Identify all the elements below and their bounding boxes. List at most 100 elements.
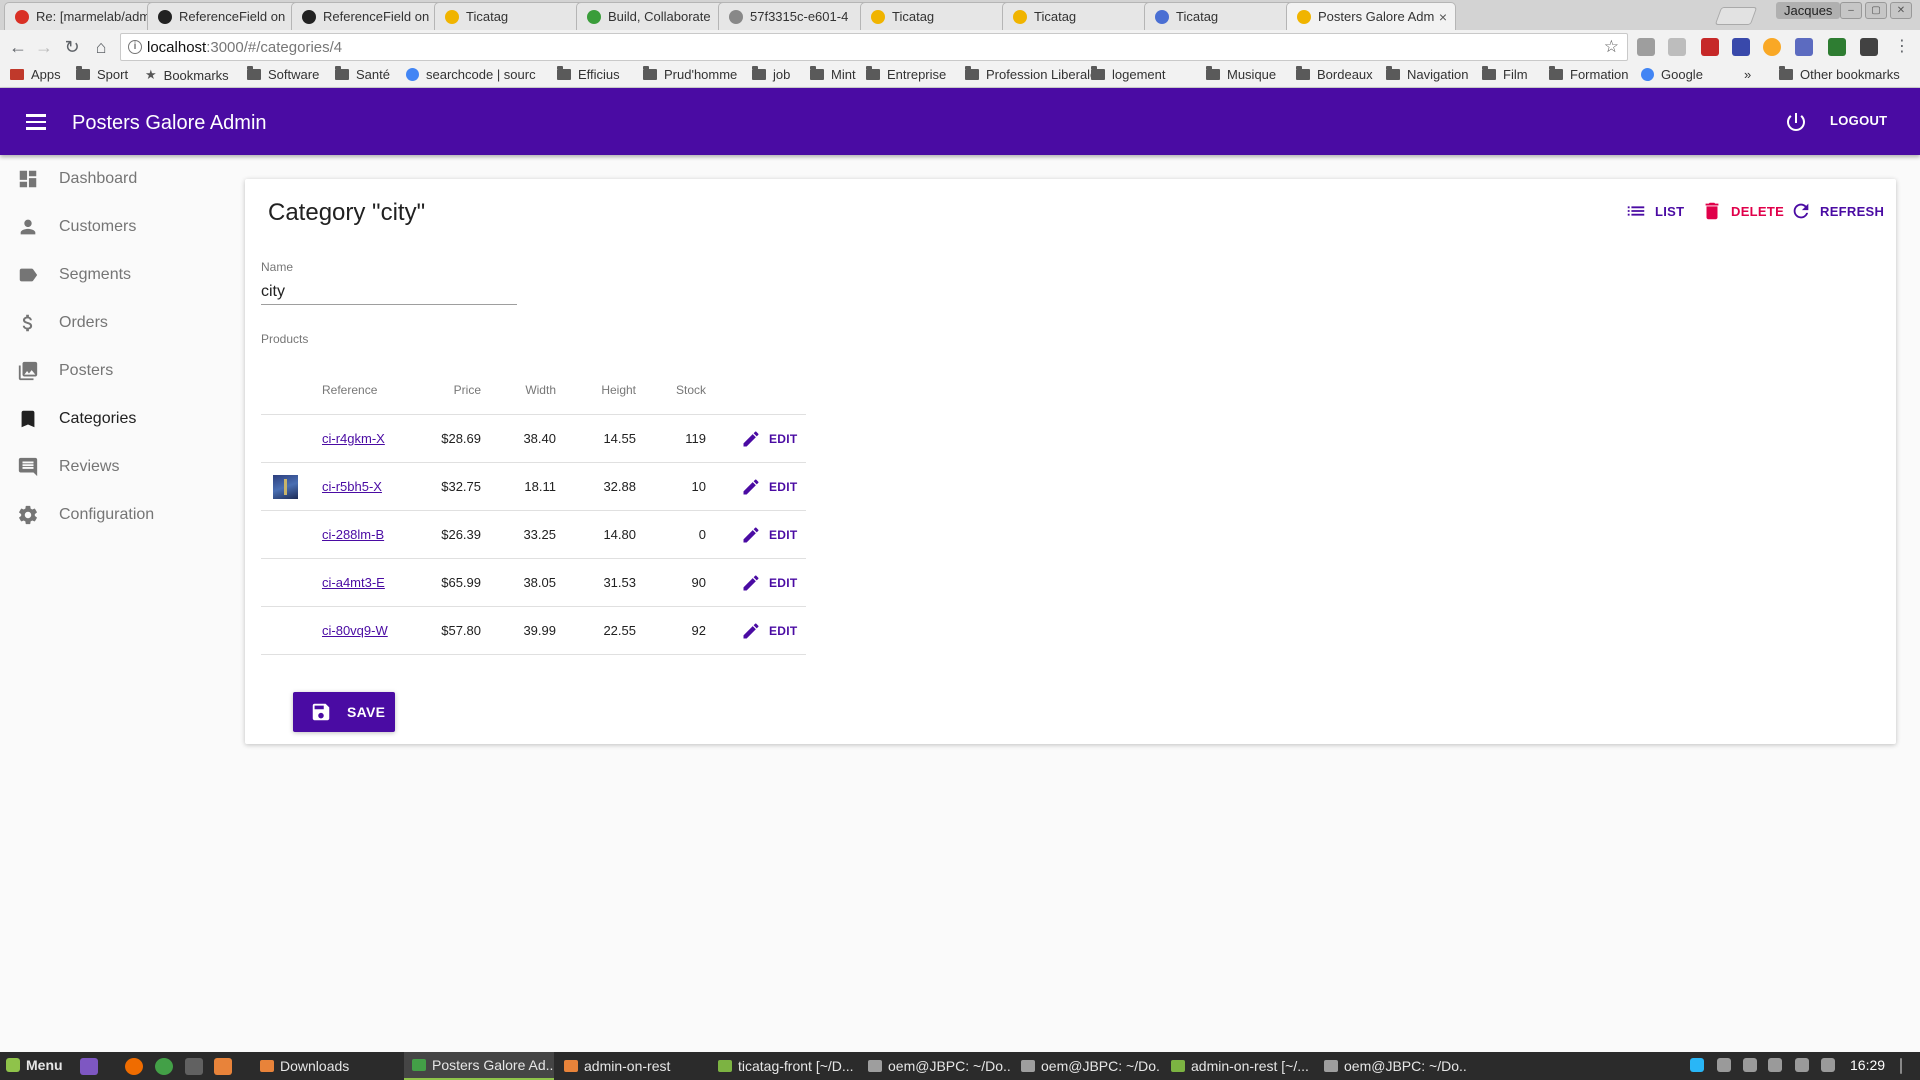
- bookmark-navigation[interactable]: Navigation: [1386, 66, 1468, 82]
- new-tab-button[interactable]: [1714, 7, 1758, 25]
- product-reference-link[interactable]: ci-288lm-B: [322, 527, 384, 542]
- edit-button[interactable]: EDIT: [741, 511, 798, 558]
- extension-icon[interactable]: [1763, 38, 1781, 56]
- sidebar-item-customers[interactable]: Customers: [0, 203, 240, 251]
- taskbar-window[interactable]: admin-on-rest [~/...: [1163, 1052, 1313, 1080]
- browser-tab[interactable]: Posters Galore Admin ×: [1286, 2, 1456, 30]
- bookmark-bookmarks[interactable]: ★ Bookmarks: [145, 67, 229, 83]
- maximize-button[interactable]: ▢: [1865, 2, 1887, 19]
- chrome-icon[interactable]: [155, 1058, 173, 1075]
- files-icon[interactable]: [214, 1058, 232, 1075]
- bookmark-film[interactable]: Film: [1482, 66, 1528, 82]
- home-icon[interactable]: ⌂: [89, 35, 113, 59]
- product-reference-link[interactable]: ci-r5bh5-X: [322, 479, 382, 494]
- bookmark-sport[interactable]: Sport: [76, 66, 128, 82]
- bookmark-job[interactable]: job: [752, 66, 790, 82]
- taskbar-window[interactable]: oem@JBPC: ~/Do...: [1316, 1052, 1466, 1080]
- bookmark-software[interactable]: Software: [247, 66, 319, 82]
- desktop-edge[interactable]: [1900, 1058, 1902, 1074]
- extension-icon[interactable]: [1860, 38, 1878, 56]
- reload-icon[interactable]: ↻: [60, 35, 84, 59]
- extension-icon[interactable]: [1637, 38, 1655, 56]
- sidebar-item-label: Posters: [59, 362, 114, 379]
- show-desktop-icon[interactable]: [80, 1058, 98, 1075]
- menu-icon[interactable]: [26, 114, 46, 130]
- minimize-button[interactable]: –: [1840, 2, 1862, 19]
- site-info-icon[interactable]: i: [128, 40, 142, 54]
- forward-icon[interactable]: →: [32, 35, 56, 59]
- column-header-price[interactable]: Price: [401, 365, 481, 414]
- bookmark-more[interactable]: »: [1744, 67, 1751, 82]
- sidebar-item-label: Orders: [59, 314, 108, 331]
- close-window-button[interactable]: ✕: [1890, 2, 1912, 19]
- product-reference-link[interactable]: ci-r4gkm-X: [322, 431, 385, 446]
- refresh-button[interactable]: REFRESH: [1790, 199, 1884, 223]
- extension-icon[interactable]: [1701, 38, 1719, 56]
- bluetooth-icon[interactable]: [1743, 1058, 1757, 1072]
- column-header-reference[interactable]: Reference: [322, 365, 377, 414]
- terminal-icon[interactable]: [185, 1058, 203, 1075]
- column-header-width[interactable]: Width: [486, 365, 556, 414]
- bookmark-bordeaux[interactable]: Bordeaux: [1296, 66, 1373, 82]
- column-header-height[interactable]: Height: [561, 365, 636, 414]
- column-header-stock[interactable]: Stock: [641, 365, 706, 414]
- updates-icon[interactable]: [1768, 1058, 1782, 1072]
- taskbar-window[interactable]: ticatag-front [~/D...: [710, 1052, 858, 1080]
- bookmark-efficius[interactable]: Efficius: [557, 66, 620, 82]
- product-reference-link[interactable]: ci-a4mt3-E: [322, 575, 385, 590]
- edit-button[interactable]: EDIT: [741, 415, 798, 462]
- taskbar-window[interactable]: oem@JBPC: ~/Do...: [1013, 1052, 1161, 1080]
- product-reference-link[interactable]: ci-80vq9-W: [322, 623, 388, 638]
- skype-icon[interactable]: [1690, 1058, 1704, 1072]
- taskbar-window[interactable]: oem@JBPC: ~/Do...: [860, 1052, 1010, 1080]
- person-icon: [20, 219, 36, 235]
- name-input[interactable]: [261, 279, 517, 305]
- power-icon[interactable]: [1784, 110, 1808, 134]
- profile-chip[interactable]: Jacques: [1776, 2, 1841, 19]
- bookmark-google[interactable]: Google: [1641, 67, 1703, 82]
- sidebar-item-reviews[interactable]: Reviews: [0, 443, 240, 491]
- extension-icon[interactable]: [1732, 38, 1750, 56]
- sidebar-item-orders[interactable]: Orders: [0, 299, 240, 347]
- wifi-icon[interactable]: [1821, 1058, 1835, 1072]
- bookmark-star-icon[interactable]: ☆: [1604, 37, 1619, 57]
- bookmark-prud-homme[interactable]: Prud'homme: [643, 66, 737, 82]
- extension-icon[interactable]: [1795, 38, 1813, 56]
- sidebar-item-configuration[interactable]: Configuration: [0, 491, 240, 539]
- save-button[interactable]: SAVE: [293, 692, 395, 732]
- sidebar-item-segments[interactable]: Segments: [0, 251, 240, 299]
- bookmark-entreprise[interactable]: Entreprise: [866, 66, 946, 82]
- taskbar-window[interactable]: admin-on-rest: [556, 1052, 706, 1080]
- taskbar-window[interactable]: Posters Galore Ad...: [404, 1052, 554, 1080]
- bookmark-logement[interactable]: logement: [1091, 66, 1165, 82]
- browser-menu-icon[interactable]: ⋮: [1890, 35, 1914, 59]
- bookmark-profession-liberale[interactable]: Profession Liberale: [965, 66, 1097, 82]
- bookmark-mint[interactable]: Mint: [810, 66, 856, 82]
- user-icon[interactable]: [1795, 1058, 1809, 1072]
- tab-close-icon[interactable]: ×: [1439, 9, 1447, 25]
- address-bar[interactable]: i localhost:3000/#/categories/4 ☆: [120, 33, 1628, 61]
- sidebar-item-dashboard[interactable]: Dashboard: [0, 155, 240, 203]
- back-icon[interactable]: ←: [6, 35, 30, 59]
- bookmark-searchcode-sourc[interactable]: searchcode | sourc: [406, 67, 536, 82]
- logout-button[interactable]: LOGOUT: [1830, 113, 1887, 128]
- bookmark-formation[interactable]: Formation: [1549, 66, 1629, 82]
- taskbar-window[interactable]: Downloads: [252, 1052, 400, 1080]
- extension-icon[interactable]: [1828, 38, 1846, 56]
- bookmark-label: Google: [1661, 67, 1703, 82]
- sidebar-item-posters[interactable]: Posters: [0, 347, 240, 395]
- delete-button[interactable]: DELETE: [1701, 199, 1784, 223]
- edit-button[interactable]: EDIT: [741, 463, 798, 510]
- start-menu-button[interactable]: Menu: [6, 1057, 63, 1073]
- edit-button[interactable]: EDIT: [741, 559, 798, 606]
- edit-button[interactable]: EDIT: [741, 607, 798, 654]
- bookmark-other-bookmarks[interactable]: Other bookmarks: [1779, 66, 1900, 82]
- sidebar-item-categories[interactable]: Categories: [0, 395, 240, 443]
- bookmark-musique[interactable]: Musique: [1206, 66, 1276, 82]
- firefox-icon[interactable]: [125, 1058, 143, 1075]
- list-button[interactable]: LIST: [1625, 199, 1684, 223]
- bookmark-sant[interactable]: Santé: [335, 66, 390, 82]
- tray-icon[interactable]: [1717, 1058, 1731, 1072]
- extension-icon[interactable]: [1668, 38, 1686, 56]
- bookmark-apps[interactable]: Apps: [10, 67, 61, 82]
